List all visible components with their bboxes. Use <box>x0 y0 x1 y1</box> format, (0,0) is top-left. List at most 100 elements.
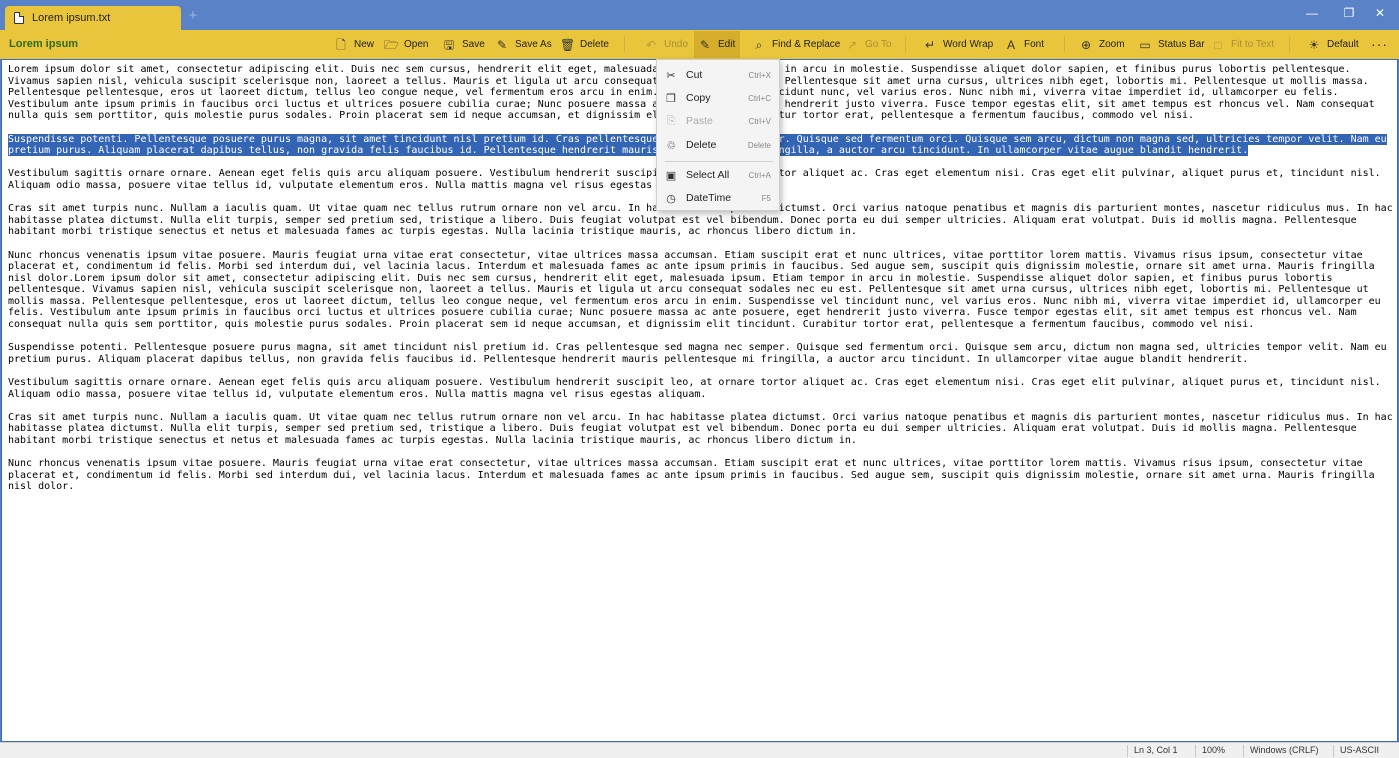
new-file-icon: 🗋 <box>336 37 346 52</box>
fit-to-text-button-label: Fit to Text <box>1231 39 1275 50</box>
delete-file-button[interactable]: 🗑 Delete <box>556 31 613 58</box>
undo-button-label: Undo <box>664 39 688 50</box>
arrow-icon: ↗ <box>846 37 858 52</box>
save-button-label: Save <box>462 39 485 50</box>
clock-icon: ◷ <box>666 192 676 205</box>
delete-file-button-label: Delete <box>580 39 609 50</box>
toolbar-divider <box>1064 36 1065 53</box>
toolbar-divider <box>1289 36 1290 53</box>
save-button[interactable]: 🖫 Save <box>438 31 489 58</box>
copy-icon: ❐ <box>666 92 676 105</box>
file-tab[interactable]: Lorem ipsum.txt <box>5 6 181 30</box>
context-menu-item-select-all[interactable]: ▣ Select All Ctrl+A <box>658 164 779 186</box>
new-button-label: New <box>354 39 375 50</box>
context-menu-label: Paste <box>686 115 713 127</box>
close-window-button[interactable]: ✕ <box>1357 0 1399 26</box>
context-menu-shortcut: Ctrl+A <box>748 170 771 180</box>
context-menu-label: Copy <box>686 92 711 104</box>
line-ending[interactable]: Windows (CRLF) <box>1250 745 1319 755</box>
encoding[interactable]: US-ASCII <box>1340 745 1379 755</box>
word-wrap-button[interactable]: ↵ Word Wrap <box>919 31 997 58</box>
context-menu-item-cut[interactable]: ✂ Cut Ctrl+X <box>658 64 779 86</box>
status-bar-button[interactable]: ▭ Status Bar <box>1134 31 1209 58</box>
status-divider <box>1127 745 1128 757</box>
sun-icon: ☀ <box>1308 37 1320 52</box>
status-bar: Ln 3, Col 1 100% Windows (CRLF) US-ASCII <box>0 742 1399 758</box>
zoom-icon: ⊕ <box>1080 37 1092 52</box>
context-menu-divider <box>665 161 773 162</box>
fit-to-text-button[interactable]: □ Fit to Text <box>1207 31 1278 58</box>
go-to-button[interactable]: ↗ Go To <box>841 31 896 58</box>
status-divider <box>1333 745 1334 757</box>
paste-icon: ⎘ <box>666 114 676 127</box>
font-button[interactable]: A Font <box>1000 31 1048 58</box>
font-icon: A <box>1006 37 1015 52</box>
context-menu-label: Select All <box>686 169 730 181</box>
context-menu-shortcut: Ctrl+C <box>748 93 771 103</box>
default-theme-button[interactable]: ☀ Default <box>1303 31 1363 58</box>
trash-icon: ♲ <box>666 139 676 152</box>
file-icon <box>14 12 24 24</box>
document-title: Lorem ipsum <box>9 38 79 50</box>
toolbar-divider <box>905 36 906 53</box>
zoom-button[interactable]: ⊕ Zoom <box>1075 31 1129 58</box>
scissors-icon: ✂ <box>666 69 676 82</box>
context-menu-shortcut: Ctrl+V <box>748 116 771 126</box>
paragraph-text: Vestibulum sagittis ornare ornare. Aenea… <box>8 377 1381 400</box>
context-menu-item-datetime[interactable]: ◷ DateTime F5 <box>658 187 779 209</box>
more-options-icon[interactable]: ··· <box>1371 36 1388 52</box>
text-paragraph[interactable]: Suspendisse potenti. Pellentesque posuer… <box>8 342 1394 365</box>
file-tab-label: Lorem ipsum.txt <box>32 12 111 24</box>
go-to-button-label: Go To <box>865 39 892 50</box>
wrap-icon: ↵ <box>924 37 936 52</box>
context-menu: ✂ Cut Ctrl+X ❐ Copy Ctrl+C ⎘ Paste Ctrl+V ♲ Delete… <box>656 59 780 211</box>
context-menu-item-paste[interactable]: ⎘ Paste Ctrl+V <box>658 110 779 132</box>
save-icon: 🖫 <box>443 37 455 52</box>
new-button[interactable]: 🗋 New <box>330 31 378 58</box>
text-paragraph[interactable]: Cras sit amet turpis nunc. Nullam a iacu… <box>8 412 1394 447</box>
edit-button[interactable]: ✎ Edit <box>694 31 740 58</box>
save-as-button[interactable]: ✎ Save As <box>491 31 556 58</box>
save-as-icon: ✎ <box>496 37 508 52</box>
status-bar-button-label: Status Bar <box>1158 39 1205 50</box>
toolbar-divider <box>624 36 625 53</box>
open-folder-icon: 🗁 <box>384 37 399 52</box>
undo-button[interactable]: ↶ Undo <box>640 31 692 58</box>
open-button[interactable]: 🗁 Open <box>380 31 432 58</box>
search-icon: ⌕ <box>755 37 763 52</box>
status-divider <box>1195 745 1196 757</box>
edit-button-label: Edit <box>718 39 736 50</box>
context-menu-label: Cut <box>686 69 703 81</box>
pencil-icon: ✎ <box>699 37 711 52</box>
context-menu-item-delete[interactable]: ♲ Delete Delete <box>658 134 779 156</box>
status-divider <box>1243 745 1244 757</box>
find-replace-button[interactable]: ⌕ Find & Replace <box>748 31 844 58</box>
paragraph-text: Nunc rhoncus venenatis ipsum vitae posue… <box>8 458 1375 493</box>
context-menu-item-copy[interactable]: ❐ Copy Ctrl+C <box>658 87 779 109</box>
context-menu-label: Delete <box>686 139 717 151</box>
title-bar: Lorem ipsum.txt + — ❐ ✕ <box>0 0 1399 30</box>
text-paragraph[interactable]: Nunc rhoncus venenatis ipsum vitae posue… <box>8 458 1394 493</box>
context-menu-shortcut: Delete <box>747 140 771 150</box>
context-menu-shortcut: F5 <box>761 193 771 203</box>
paragraph-text: Suspendisse potenti. Pellentesque posuer… <box>8 342 1387 365</box>
word-wrap-button-label: Word Wrap <box>943 39 994 50</box>
status-bar-icon: ▭ <box>1139 37 1151 52</box>
save-as-button-label: Save As <box>515 39 552 50</box>
open-button-label: Open <box>404 39 429 50</box>
context-menu-label: DateTime <box>686 192 732 204</box>
trash-icon: 🗑 <box>560 37 576 52</box>
default-theme-button-label: Default <box>1327 39 1359 50</box>
zoom-level[interactable]: 100% <box>1202 745 1225 755</box>
font-button-label: Font <box>1024 39 1045 50</box>
find-replace-button-label: Find & Replace <box>772 39 841 50</box>
toolbar: Lorem ipsum 🗋 New 🗁 Open 🖫 Save ✎ Save As 🗑 D… <box>0 30 1399 59</box>
text-paragraph[interactable]: Vestibulum sagittis ornare ornare. Aenea… <box>8 377 1394 400</box>
fit-icon: □ <box>1214 37 1222 52</box>
undo-icon: ↶ <box>645 37 657 52</box>
zoom-button-label: Zoom <box>1099 39 1125 50</box>
cursor-position[interactable]: Ln 3, Col 1 <box>1134 745 1178 755</box>
paragraph-text: Cras sit amet turpis nunc. Nullam a iacu… <box>8 411 1393 446</box>
text-paragraph[interactable]: Nunc rhoncus venenatis ipsum vitae posue… <box>8 250 1394 331</box>
new-tab-button[interactable]: + <box>186 8 200 24</box>
